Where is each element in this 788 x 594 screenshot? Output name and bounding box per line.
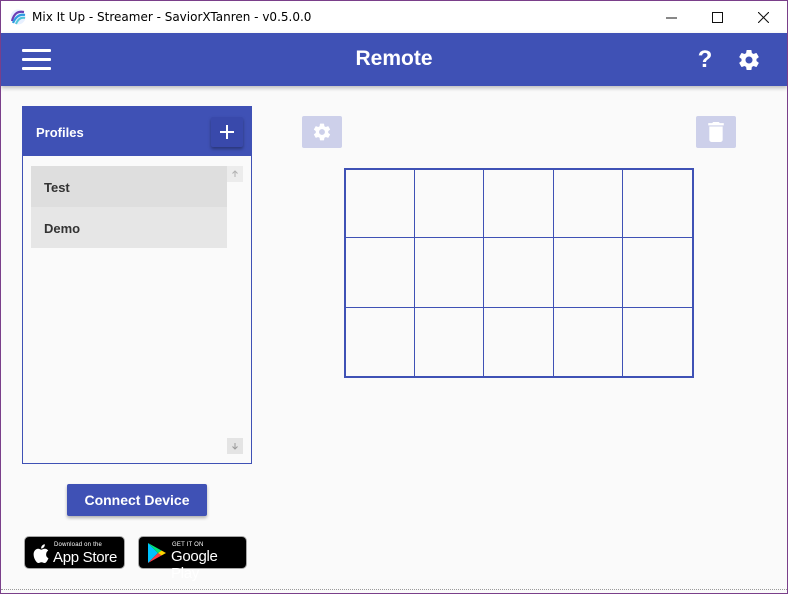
- grid-cell[interactable]: [483, 169, 554, 239]
- arrow-down-icon: [232, 443, 238, 450]
- delete-board-button[interactable]: [696, 116, 736, 148]
- app-store-badge[interactable]: Download on the App Store: [24, 536, 125, 569]
- grid-cell[interactable]: [552, 237, 624, 308]
- grid-cell[interactable]: [622, 237, 693, 308]
- scroll-down-button[interactable]: [227, 438, 243, 454]
- grid-cell[interactable]: [413, 237, 485, 308]
- grid-cell[interactable]: [483, 237, 554, 308]
- app-window: Mix It Up - Streamer - SaviorXTanren - v…: [0, 0, 788, 594]
- minimize-icon: [665, 17, 677, 18]
- profiles-header: Profiles: [23, 107, 251, 156]
- app-header: Remote ?: [1, 33, 787, 86]
- grid-cell[interactable]: [345, 237, 415, 308]
- google-play-big-text: Google Play: [171, 548, 218, 582]
- profile-list: Test Demo: [31, 166, 227, 248]
- maximize-button[interactable]: [694, 1, 740, 33]
- hamburger-menu-button[interactable]: [22, 49, 51, 71]
- scroll-up-button[interactable]: [227, 166, 243, 182]
- board-settings-button[interactable]: [302, 116, 342, 148]
- connect-device-button[interactable]: Connect Device: [67, 484, 207, 516]
- hamburger-line: [22, 67, 51, 70]
- help-button[interactable]: ?: [694, 46, 716, 74]
- window-bottom-edge: [1, 589, 787, 590]
- close-button[interactable]: [740, 1, 786, 33]
- grid-cell[interactable]: [552, 169, 624, 239]
- hamburger-line: [22, 58, 51, 61]
- apple-logo-icon: [33, 544, 49, 563]
- profiles-panel: Profiles Test Demo: [22, 106, 252, 464]
- mix-it-up-logo-icon: [10, 9, 26, 25]
- grid-cell[interactable]: [622, 306, 693, 377]
- grid-cell[interactable]: [483, 306, 554, 377]
- gear-icon[interactable]: [737, 48, 761, 72]
- google-play-badge[interactable]: GET IT ON Google Play: [138, 536, 247, 582]
- list-item[interactable]: Demo: [31, 207, 227, 248]
- close-icon: [757, 11, 769, 23]
- title-bar: Mix It Up - Streamer - SaviorXTanren - v…: [1, 1, 787, 33]
- profiles-title: Profiles: [36, 125, 84, 140]
- minimize-button[interactable]: [648, 1, 694, 33]
- maximize-icon: [711, 11, 723, 23]
- window-title: Mix It Up - Streamer - SaviorXTanren - v…: [32, 10, 312, 24]
- app-store-small-text: Download on the: [54, 542, 103, 548]
- gear-icon: [313, 123, 331, 141]
- grid-cell[interactable]: [413, 306, 485, 377]
- arrow-up-icon: [232, 170, 238, 177]
- grid-cell[interactable]: [345, 306, 415, 377]
- grid-cell[interactable]: [622, 169, 693, 239]
- trash-icon: [708, 122, 724, 142]
- app-store-big-text: App Store: [53, 549, 118, 566]
- grid-cell[interactable]: [345, 169, 415, 239]
- plus-icon: [220, 125, 234, 139]
- hamburger-menu-icon: [22, 49, 51, 52]
- remote-button-grid: [344, 168, 694, 378]
- page-title: Remote: [355, 47, 433, 70]
- google-play-logo-icon: [148, 543, 166, 563]
- grid-cell[interactable]: [552, 306, 624, 377]
- grid-cell[interactable]: [413, 169, 485, 239]
- add-profile-button[interactable]: [211, 117, 243, 147]
- list-item[interactable]: Test: [31, 166, 227, 207]
